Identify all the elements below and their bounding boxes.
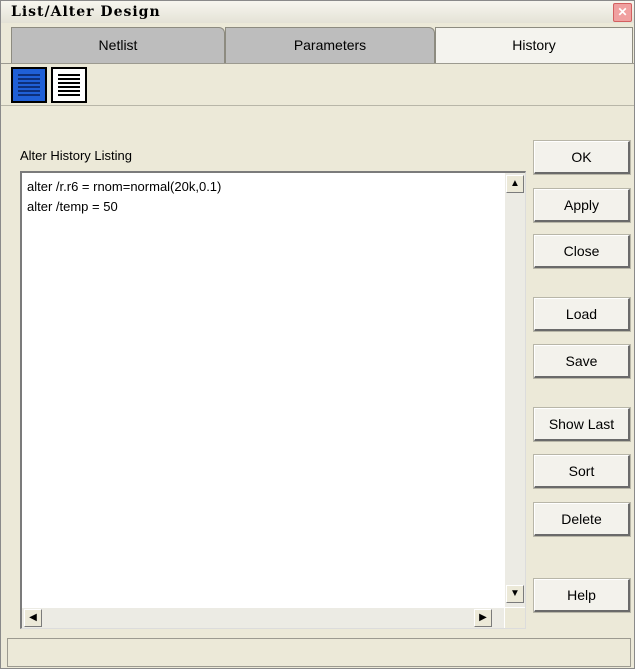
- scrollbar-corner: [505, 608, 525, 628]
- toolbar: [1, 63, 634, 106]
- scroll-right-icon[interactable]: ▶: [474, 609, 492, 627]
- apply-button[interactable]: Apply: [533, 188, 631, 223]
- scroll-up-icon[interactable]: ▲: [506, 175, 524, 193]
- load-button[interactable]: Load: [533, 297, 631, 332]
- alter-history-label: Alter History Listing: [20, 148, 132, 163]
- window-title: List/Alter Design: [11, 4, 161, 20]
- list-view-plain-button[interactable]: [51, 67, 87, 103]
- show-last-button[interactable]: Show Last: [533, 407, 631, 442]
- list-item[interactable]: alter /temp = 50: [27, 199, 118, 214]
- save-button[interactable]: Save: [533, 344, 631, 379]
- scroll-left-icon[interactable]: ◀: [24, 609, 42, 627]
- status-bar: [7, 638, 631, 667]
- list-view-icon: [18, 74, 40, 96]
- scroll-down-icon[interactable]: ▼: [506, 585, 524, 603]
- help-button[interactable]: Help: [533, 578, 631, 613]
- list-item[interactable]: alter /r.r6 = rnom=normal(20k,0.1): [27, 179, 221, 194]
- horizontal-scrollbar[interactable]: ◀ ▶: [22, 608, 504, 628]
- title-bar: List/Alter Design ✕: [1, 1, 634, 24]
- list-alter-design-window: List/Alter Design ✕ Netlist Parameters H…: [0, 0, 635, 669]
- list-view-blue-button[interactable]: [11, 67, 47, 103]
- tab-netlist[interactable]: Netlist: [11, 27, 225, 63]
- alter-history-listbox[interactable]: alter /r.r6 = rnom=normal(20k,0.1) alter…: [20, 171, 526, 629]
- close-button[interactable]: Close: [533, 234, 631, 269]
- ok-button[interactable]: OK: [533, 140, 631, 175]
- tab-bar: Netlist Parameters History: [1, 23, 634, 64]
- vertical-scrollbar[interactable]: ▲ ▼: [505, 173, 525, 607]
- tab-parameters[interactable]: Parameters: [225, 27, 435, 63]
- close-icon[interactable]: ✕: [613, 3, 632, 22]
- sort-button[interactable]: Sort: [533, 454, 631, 489]
- delete-button[interactable]: Delete: [533, 502, 631, 537]
- list-view-icon: [58, 74, 80, 96]
- tab-history[interactable]: History: [435, 27, 633, 63]
